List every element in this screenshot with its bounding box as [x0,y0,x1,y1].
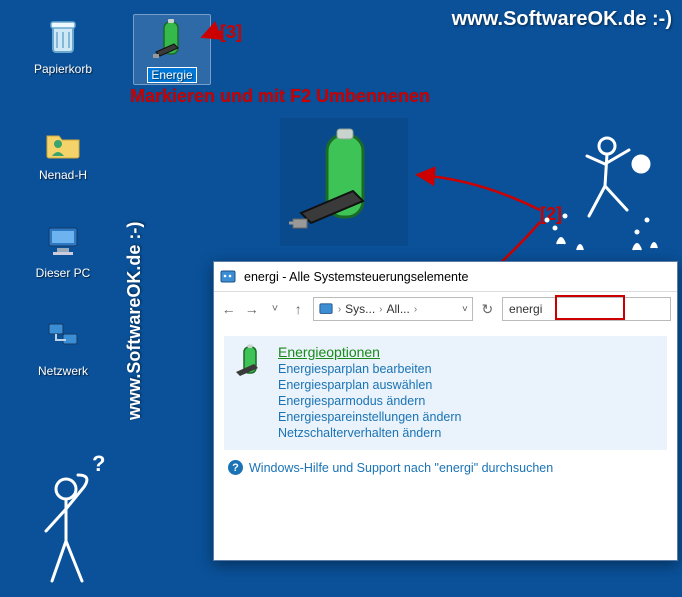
result-sublink[interactable]: Energiesparplan bearbeiten [278,362,461,376]
control-panel-small-icon [318,301,334,317]
chevron-right-icon: › [414,304,417,315]
desktop-icon-label: Papierkorb [26,62,100,76]
desktop-icon-label: Energie [147,67,196,83]
annotation-instruction: Markieren und mit F2 Umbennenen [130,86,430,107]
nav-back-button[interactable]: ← [220,298,237,320]
annotation-marker-3: [3] [220,22,242,43]
control-panel-window: energi - Alle Systemsteuerungselemente ←… [213,261,678,561]
content-area: Energieoptionen Energiesparplan bearbeit… [214,326,677,560]
search-input[interactable] [502,297,671,321]
annotation-arrow-2a [420,175,540,210]
network-icon [41,316,85,360]
control-panel-icon [220,269,236,285]
help-search-link[interactable]: ? Windows-Hilfe und Support nach "energi… [228,460,667,475]
help-icon: ? [228,460,243,475]
stickman-decoration-icon [537,120,667,260]
refresh-button[interactable]: ↻ [479,298,496,320]
nav-forward-button[interactable]: → [243,298,260,320]
battery-icon [232,344,268,380]
desktop-icon-label: Netzwerk [26,364,100,378]
chevron-down-icon[interactable]: ˅ [462,304,468,315]
result-sublink[interactable]: Energiespareinstellungen ändern [278,410,461,424]
pc-icon [41,218,85,262]
result-sublink[interactable]: Energiesparplan auswählen [278,378,461,392]
battery-icon [150,18,194,62]
desktop-icon-label: Dieser PC [26,266,100,280]
breadcrumb-bar[interactable]: › Sys... › All... › ˅ [313,297,473,321]
help-search-text: Windows-Hilfe und Support nach "energi" … [249,461,553,475]
svg-text:?: ? [92,451,105,476]
desktop-icon-energie-selected[interactable]: Energie [133,14,211,85]
window-title: energi - Alle Systemsteuerungselemente [244,270,468,284]
breadcrumb-crumb[interactable]: Sys... [345,302,375,316]
userfolder-icon [41,120,85,164]
desktop-icon-thispc[interactable]: Dieser PC [26,218,100,280]
battery-large-icon [280,118,408,246]
search-result-group: Energieoptionen Energiesparplan bearbeit… [224,336,667,450]
desktop-icon-network[interactable]: Netzwerk [26,316,100,378]
result-sublink[interactable]: Netzschalterverhalten ändern [278,426,461,440]
watermark-top: www.SoftwareOK.de :-) [452,8,672,31]
result-sublink[interactable]: Energiesparmodus ändern [278,394,461,408]
recyclebin-icon [41,14,85,58]
titlebar[interactable]: energi - Alle Systemsteuerungselemente [214,262,677,292]
watermark-side: www.SoftwareOK.de :-) [124,222,145,420]
chevron-right-icon: › [379,304,382,315]
breadcrumb-crumb[interactable]: All... [387,302,410,316]
chevron-right-icon: › [338,304,341,315]
desktop-icon-recyclebin[interactable]: Papierkorb [26,14,100,76]
result-energieoptionen-link[interactable]: Energieoptionen [278,344,461,360]
desktop-icon-userfolder[interactable]: Nenad-H [26,120,100,182]
address-bar: ← → ˅ ↑ › Sys... › All... › ˅ ↻ [214,292,677,326]
nav-recent-button[interactable]: ˅ [266,298,283,320]
stickman-decoration-icon: ? [18,441,128,591]
desktop-icon-label: Nenad-H [26,168,100,182]
nav-up-button[interactable]: ↑ [290,298,307,320]
